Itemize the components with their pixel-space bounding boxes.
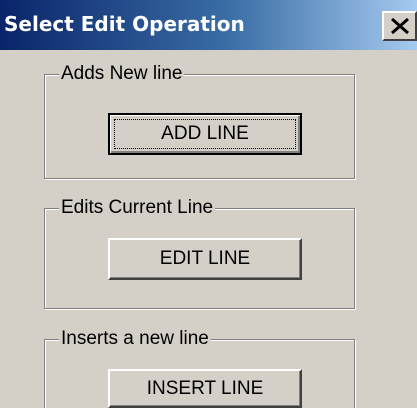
close-icon [391, 17, 409, 35]
add-line-label: ADD LINE [161, 123, 249, 144]
group-insert-line: Inserts a new line INSERT LINE [44, 327, 355, 408]
group-label-edit: Edits Current Line [59, 196, 216, 220]
group-edit-line: Edits Current Line EDIT LINE [44, 196, 355, 309]
group-label-add: Adds New line [59, 62, 185, 86]
title-bar[interactable]: Select Edit Operation [0, 0, 417, 50]
group-add-line: Adds New line ADD LINE [44, 62, 355, 179]
close-button[interactable] [382, 11, 417, 41]
insert-line-label: INSERT LINE [146, 377, 264, 399]
edit-line-button[interactable]: EDIT LINE [108, 238, 302, 280]
group-label-insert: Inserts a new line [59, 327, 211, 351]
window-title: Select Edit Operation [4, 12, 245, 36]
edit-line-label: EDIT LINE [159, 248, 251, 269]
insert-line-button[interactable]: INSERT LINE [108, 369, 302, 408]
add-line-button[interactable]: ADD LINE [108, 113, 302, 155]
dialog-window: Select Edit Operation Adds New line ADD … [0, 0, 417, 408]
